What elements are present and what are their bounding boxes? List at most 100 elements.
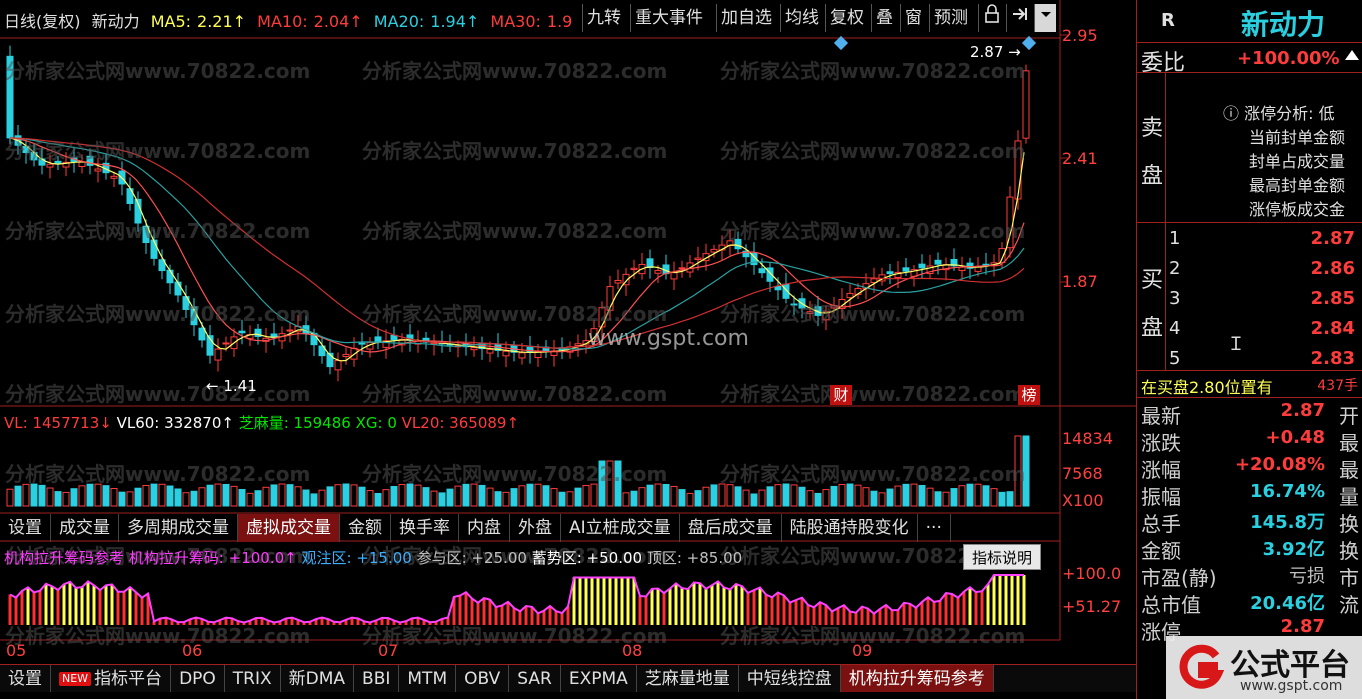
tab-turnover[interactable]: 换手率 xyxy=(391,514,459,542)
indicator-value: 机构拉升筹码: +100.0↑ xyxy=(128,549,297,567)
candle-body xyxy=(790,303,798,306)
tab-inner-volume[interactable]: 内盘 xyxy=(459,514,510,542)
candle-body xyxy=(166,269,174,284)
bottom-tab-dpo[interactable]: DPO xyxy=(171,665,225,692)
indicator-bar xyxy=(500,605,504,625)
bottom-tab-trix[interactable]: TRIX xyxy=(225,665,281,692)
volume-bar xyxy=(62,491,70,507)
indicator-bar xyxy=(698,583,702,625)
zml-value: 芝麻量: 159486 xyxy=(238,414,351,432)
quote-row: 涨跌 +0.48 最 xyxy=(1141,427,1359,455)
volume-bar xyxy=(30,483,38,507)
bottom-tab-expma[interactable]: EXPMA xyxy=(561,665,637,692)
volume-bar xyxy=(582,484,590,507)
indicator-bar xyxy=(1004,575,1008,625)
volume-bar xyxy=(446,488,454,507)
tab-volume[interactable]: 成交量 xyxy=(51,514,119,542)
indicator-bar xyxy=(956,597,960,625)
tab-ai-volume[interactable]: AI立桩成交量 xyxy=(561,514,680,542)
tab-virtual-volume[interactable]: 虚拟成交量 xyxy=(238,514,340,542)
toolbar-forecast-button[interactable]: 预测 xyxy=(929,4,972,32)
volume-bar xyxy=(910,483,918,507)
bottom-tab-mid-short-control[interactable]: 中短线控盘 xyxy=(739,665,841,692)
toolbar-add-watchlist-button[interactable]: 加自选 xyxy=(716,4,776,32)
indicator-bar xyxy=(662,593,666,625)
jump-to-end-icon[interactable] xyxy=(1006,4,1034,32)
limit-item: 最高封单金额 xyxy=(1249,176,1346,195)
volume-bar xyxy=(918,484,926,507)
quote-value: 亏损 xyxy=(1289,566,1325,587)
text-cursor-icon: Ｉ xyxy=(1227,334,1245,355)
indicator-bar xyxy=(992,575,996,625)
dragon-tiger-list-badge[interactable]: 榜 xyxy=(1018,385,1040,405)
indicator-bar xyxy=(128,587,132,625)
limit-analysis-title[interactable]: ⓘ 涨停分析: 低 xyxy=(1223,100,1335,124)
quote-label: 市盈(静) xyxy=(1141,566,1217,590)
period-label[interactable]: 日线(复权) xyxy=(4,12,81,31)
indicator-bar xyxy=(116,591,120,625)
bottom-tab-institution-chips[interactable]: 机构拉升筹码参考 xyxy=(840,665,994,692)
chevron-down-icon[interactable] xyxy=(1034,4,1056,32)
quote-value: +20.08% xyxy=(1234,454,1325,475)
bottom-tab-indicator-platform[interactable]: NEW 指标平台 xyxy=(51,665,172,692)
ma30-value: 1.9 xyxy=(546,12,573,31)
volume-bar xyxy=(574,487,582,507)
indicator-bar xyxy=(518,611,522,625)
indicator-bar xyxy=(554,611,558,625)
indicator-bar xyxy=(20,590,24,625)
bottom-tab-new-dma[interactable]: 新DMA xyxy=(281,665,355,692)
quote-value: 3.92亿 xyxy=(1262,539,1325,560)
indicator-bar xyxy=(140,597,144,625)
volume-bar xyxy=(558,491,566,507)
volume-bar xyxy=(718,483,726,507)
toolbar-nine-turn-button[interactable]: 九转 xyxy=(582,4,625,32)
indicator-bar xyxy=(716,581,720,625)
toolbar-ma-button[interactable]: 均线 xyxy=(780,4,823,32)
high-price-label: 2.87 xyxy=(970,43,1004,61)
lock-icon[interactable] xyxy=(978,4,1006,32)
tab-outer-volume[interactable]: 外盘 xyxy=(510,514,561,542)
indicator-help-button[interactable]: 指标说明 xyxy=(963,544,1042,570)
volume-bar xyxy=(254,490,262,507)
volume-bar xyxy=(726,484,734,507)
bid-row[interactable]: 3 2.85 xyxy=(1169,288,1359,316)
bid-row[interactable]: 2 2.86 xyxy=(1169,258,1359,286)
bottom-tab-obv[interactable]: OBV xyxy=(456,665,510,692)
indicator-bar xyxy=(578,577,582,625)
tab-amount[interactable]: 金额 xyxy=(340,514,391,542)
quote-row: 总手 145.8万换 xyxy=(1141,508,1359,536)
bid-row[interactable]: 4 2.84 xyxy=(1169,318,1359,346)
indicator-name: 机构拉升筹码参考 xyxy=(4,549,125,567)
bid-row[interactable]: 1 2.87 xyxy=(1169,228,1359,256)
indicator-bar xyxy=(884,605,888,625)
financial-report-badge[interactable]: 财 xyxy=(830,385,852,405)
bottom-tab-settings[interactable]: 设置 xyxy=(0,665,51,692)
toolbar-major-events-button[interactable]: 重大事件 xyxy=(630,4,707,32)
toolbar-window-button[interactable]: 窗 xyxy=(900,4,926,32)
tab-after-hours-volume[interactable]: 盘后成交量 xyxy=(680,514,782,542)
volume-bar xyxy=(22,483,30,507)
bottom-tab-sar[interactable]: SAR xyxy=(509,665,561,692)
toolbar-overlay-button[interactable]: 叠 xyxy=(871,4,897,32)
volume-bar xyxy=(870,490,878,507)
collapse-arrow-icon[interactable] xyxy=(1345,50,1359,60)
candle-body xyxy=(214,348,222,361)
bottom-tab-mtm[interactable]: MTM xyxy=(399,665,457,692)
main-kline-chart[interactable]: 分析家公式网www.70822.com 分析家公式网www.70822.com … xyxy=(0,0,1136,660)
toolbar-adjust-button[interactable]: 复权 xyxy=(825,4,868,32)
bottom-tab-bbi[interactable]: BBI xyxy=(354,665,400,692)
bottom-tab-zml-low-volume[interactable]: 芝麻量地量 xyxy=(637,665,739,692)
tab-settings[interactable]: 设置 xyxy=(0,514,51,542)
tab-northbound-holdings[interactable]: 陆股通持股变化 xyxy=(782,514,918,542)
indicator-bar xyxy=(632,577,636,625)
bid-row[interactable]: 5 2.83 xyxy=(1169,348,1359,376)
more-tabs-button[interactable]: ··· xyxy=(918,514,951,542)
volume-bar xyxy=(598,460,606,507)
tab-multi-period-volume[interactable]: 多周期成交量 xyxy=(119,514,238,542)
volume-bar xyxy=(638,487,646,507)
volume-bar xyxy=(926,487,934,507)
indicator-bar xyxy=(584,577,588,625)
indicator-bar xyxy=(824,605,828,625)
volume-bar xyxy=(622,492,630,507)
candle-body xyxy=(918,263,926,269)
